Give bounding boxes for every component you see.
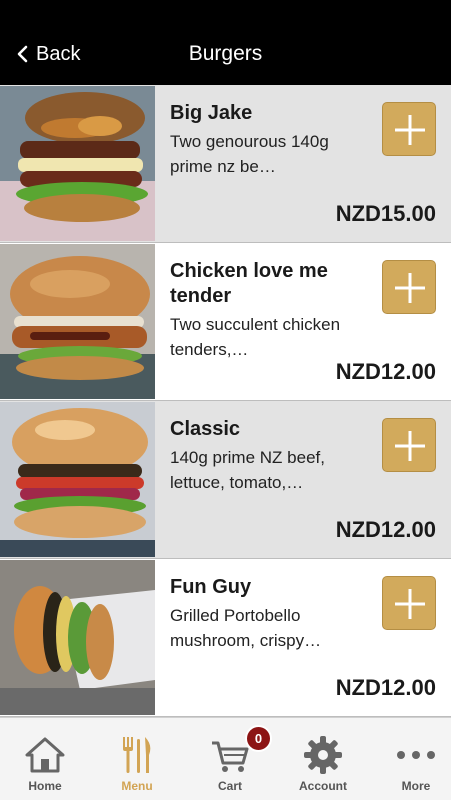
more-dots-icon bbox=[397, 751, 435, 759]
burger-photo bbox=[0, 244, 155, 399]
item-price: NZD12.00 bbox=[335, 359, 436, 384]
menu-item-list[interactable]: Big Jake Two genourous 140g prime nz be…… bbox=[0, 85, 451, 717]
item-description: Two genourous 140g prime nz be… bbox=[170, 132, 329, 176]
item-name: Big Jake bbox=[170, 102, 253, 124]
menu-item-row[interactable]: Fun Guy Grilled Portobello mushroom, cri… bbox=[0, 559, 451, 717]
burger-photo bbox=[0, 86, 155, 241]
plus-icon bbox=[395, 431, 425, 461]
tab-label: Account bbox=[299, 779, 347, 793]
add-to-cart-button[interactable] bbox=[382, 418, 436, 472]
item-description: 140g prime NZ beef, lettuce, tomato,… bbox=[170, 448, 325, 492]
tab-label: Home bbox=[28, 779, 62, 793]
nav-bar: Back Burgers bbox=[0, 0, 451, 85]
add-to-cart-button[interactable] bbox=[382, 260, 436, 314]
item-price: NZD15.00 bbox=[335, 201, 436, 226]
burger-photo bbox=[0, 560, 155, 715]
cart-count-badge: 0 bbox=[245, 725, 272, 752]
gear-icon bbox=[304, 736, 342, 774]
menu-item-row[interactable]: Classic 140g prime NZ beef, lettuce, tom… bbox=[0, 401, 451, 559]
add-to-cart-button[interactable] bbox=[382, 102, 436, 156]
plus-icon bbox=[395, 273, 425, 303]
tab-label: More bbox=[401, 779, 431, 793]
menu-item-row[interactable]: Chicken love me tender Two succulent chi… bbox=[0, 243, 451, 401]
plus-icon bbox=[395, 115, 425, 145]
item-name: Classic bbox=[170, 418, 241, 440]
page-title: Burgers bbox=[188, 42, 263, 65]
tab-more[interactable]: More bbox=[371, 718, 451, 800]
item-price: NZD12.00 bbox=[335, 675, 436, 700]
item-name: Fun Guy bbox=[170, 576, 252, 598]
plus-icon bbox=[395, 589, 425, 619]
cart-icon bbox=[212, 741, 249, 772]
menu-item-row[interactable]: Big Jake Two genourous 140g prime nz be…… bbox=[0, 85, 451, 243]
tab-menu[interactable]: Menu bbox=[92, 718, 182, 800]
tab-label: Cart bbox=[217, 779, 242, 793]
tab-label: Menu bbox=[121, 779, 153, 793]
add-to-cart-button[interactable] bbox=[382, 576, 436, 630]
item-price: NZD12.00 bbox=[335, 517, 436, 542]
item-description: Two succulent chicken tenders,… bbox=[170, 315, 341, 359]
home-icon bbox=[25, 737, 65, 773]
tab-home[interactable]: Home bbox=[0, 718, 90, 800]
item-name: Chicken love me tender bbox=[170, 260, 328, 307]
item-description: Grilled Portobello mushroom, crispy… bbox=[170, 606, 322, 650]
tab-bar: Home Menu Cart 0 Account More bbox=[0, 717, 451, 800]
tab-account[interactable]: Account bbox=[278, 718, 368, 800]
burger-photo bbox=[0, 402, 155, 557]
fork-knife-icon bbox=[123, 737, 151, 773]
